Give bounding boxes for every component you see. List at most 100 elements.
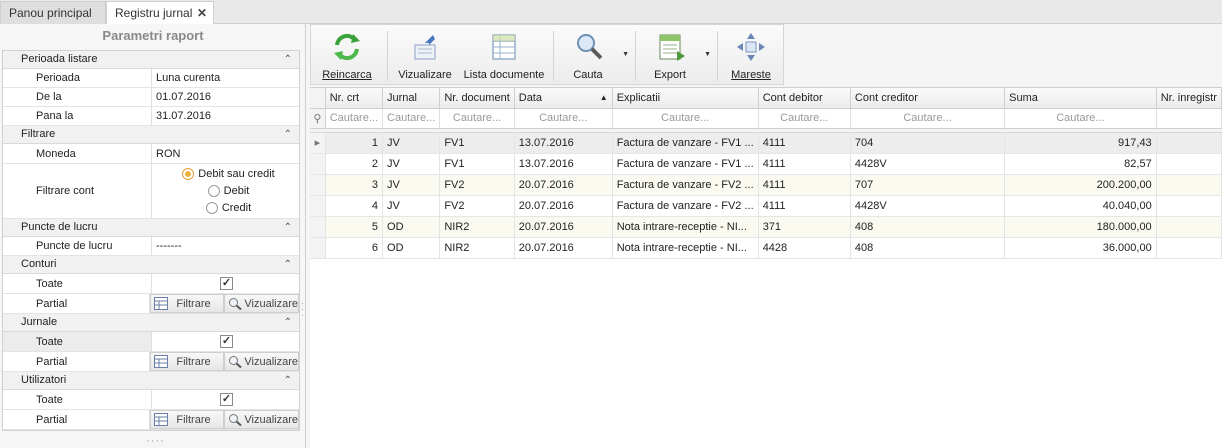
cell-credit[interactable]: 707 (850, 174, 1006, 196)
cell-expl[interactable]: Factura de vanzare - FV2 ... (612, 195, 759, 217)
row-pointer-icon[interactable]: ▸ (310, 132, 326, 154)
cell-nr[interactable]: 2 (325, 153, 384, 175)
close-icon[interactable]: ✕ (197, 2, 207, 24)
filter-jurnal[interactable]: Cautare... (382, 108, 441, 129)
puncte-de-lucru-field[interactable]: ------- (152, 237, 299, 255)
cell-debit[interactable]: 4111 (758, 153, 851, 175)
table-row[interactable]: 6 OD NIR2 20.07.2016 Nota intrare-receptie -… (310, 237, 1222, 259)
cauta-button[interactable]: ▼ Cauta (563, 29, 629, 83)
table-row[interactable]: 2 JV FV1 13.07.2016 Factura de vanzare - FV1… (310, 153, 1222, 175)
cell-credit[interactable]: 408 (850, 216, 1006, 238)
chevron-down-icon[interactable]: ▼ (622, 51, 629, 58)
row-utilizatori-toate[interactable]: Toate ✓ (3, 390, 299, 410)
cell-credit[interactable]: 408 (850, 237, 1006, 259)
cell-nr-inregistrare[interactable] (1156, 153, 1222, 175)
conturi-toate-checkbox[interactable]: ✓ (220, 277, 233, 290)
cell-data[interactable]: 13.07.2016 (514, 153, 613, 175)
row-indicator[interactable] (310, 216, 326, 238)
cell-jurnal[interactable]: JV (382, 174, 441, 196)
table-row[interactable]: 4 JV FV2 20.07.2016 Factura de vanzare - FV2… (310, 195, 1222, 217)
cell-suma[interactable]: 36.000,00 (1004, 237, 1157, 259)
row-puncte-de-lucru[interactable]: Puncte de lucru ------- (3, 237, 299, 256)
category-filtrare[interactable]: Filtrare ⌃ (3, 126, 299, 144)
cell-debit[interactable]: 4111 (758, 195, 851, 217)
conturi-vizualizare-button[interactable]: Vizualizare (224, 294, 299, 313)
category-conturi[interactable]: Conturi ⌃ (3, 256, 299, 274)
cell-nr[interactable]: 6 (325, 237, 384, 259)
cell-suma[interactable]: 200.200,00 (1004, 174, 1157, 196)
row-jurnale-toate[interactable]: Toate ✓ (3, 332, 299, 352)
cell-jurnal[interactable]: OD (382, 216, 441, 238)
cell-nr-inregistrare[interactable] (1156, 132, 1222, 154)
pana-la-field[interactable]: 31.07.2016 (152, 107, 299, 125)
conturi-filtrare-button[interactable]: Filtrare (150, 294, 225, 313)
cell-data[interactable]: 20.07.2016 (514, 237, 613, 259)
column-header-cont-debitor[interactable]: Cont debitor (758, 88, 851, 109)
cell-expl[interactable]: Factura de vanzare - FV1 ... (612, 132, 759, 154)
cell-jurnal[interactable]: JV (382, 153, 441, 175)
tab-registru-jurnal[interactable]: Registru jurnal ✕ (106, 1, 214, 25)
mareste-button[interactable]: Mareste (723, 29, 779, 83)
column-header-cont-creditor[interactable]: Cont creditor (850, 88, 1006, 109)
cell-nr[interactable]: 3 (325, 174, 384, 196)
chevron-up-icon[interactable]: ⌃ (284, 314, 292, 331)
cell-data[interactable]: 20.07.2016 (514, 174, 613, 196)
cell-doc[interactable]: FV1 (439, 132, 515, 154)
column-header-suma[interactable]: Suma (1004, 88, 1157, 109)
column-header-nr-inregistrare[interactable]: Nr. inregistr (1156, 88, 1222, 109)
splitter-grip[interactable]: · · · (301, 299, 304, 320)
table-row[interactable]: ▸ 1 JV FV1 13.07.2016 Factura de vanzare - FV… (310, 132, 1222, 154)
jurnale-vizualizare-button[interactable]: Vizualizare (224, 352, 299, 371)
cell-suma[interactable]: 917,43 (1004, 132, 1157, 154)
row-pana-la[interactable]: Pana la 31.07.2016 (3, 107, 299, 126)
cell-jurnal[interactable]: JV (382, 132, 441, 154)
row-indicator[interactable] (310, 237, 326, 259)
jurnale-filtrare-button[interactable]: Filtrare (150, 352, 225, 371)
jurnale-toate-checkbox[interactable]: ✓ (220, 335, 233, 348)
radio-icon[interactable] (207, 185, 220, 197)
resize-grip[interactable]: ···· (146, 435, 165, 447)
cell-nr-inregistrare[interactable] (1156, 237, 1222, 259)
lista-documente-button[interactable]: Lista documente (463, 29, 545, 83)
cell-debit[interactable]: 4111 (758, 132, 851, 154)
filter-suma[interactable]: Cautare... (1004, 108, 1157, 129)
radio-debit-sau-credit[interactable]: Debit sau credit (182, 166, 275, 183)
row-indicator[interactable] (310, 195, 326, 217)
cell-nr-inregistrare[interactable] (1156, 195, 1222, 217)
utilizatori-vizualizare-button[interactable]: Vizualizare (224, 410, 299, 429)
column-header-explicatii[interactable]: Explicatii (612, 88, 759, 109)
row-perioada[interactable]: Perioada Luna curenta (3, 69, 299, 88)
filter-explicatii[interactable]: Cautare... (612, 108, 759, 129)
radio-debit[interactable]: Debit (207, 183, 249, 200)
utilizatori-toate-checkbox[interactable]: ✓ (220, 393, 233, 406)
cell-doc[interactable]: FV2 (439, 195, 515, 217)
chevron-down-icon[interactable]: ▼ (704, 51, 711, 58)
radio-selected-icon[interactable] (182, 168, 195, 180)
cell-expl[interactable]: Factura de vanzare - FV2 ... (612, 174, 759, 196)
cell-data[interactable]: 13.07.2016 (514, 132, 613, 154)
cell-doc[interactable]: NIR2 (439, 216, 515, 238)
filter-nr-inregistrare[interactable] (1156, 108, 1222, 129)
cell-expl[interactable]: Nota intrare-receptie - NI... (612, 237, 759, 259)
cell-debit[interactable]: 4428 (758, 237, 851, 259)
row-indicator[interactable] (310, 174, 326, 196)
filter-cont-debitor[interactable]: Cautare... (758, 108, 851, 129)
cell-nr[interactable]: 1 (325, 132, 384, 154)
reincarca-button[interactable]: Reincarca (317, 29, 377, 83)
utilizatori-filtrare-button[interactable]: Filtrare (150, 410, 225, 429)
column-header-nr-crt[interactable]: Nr. crt (325, 88, 384, 109)
radio-credit[interactable]: Credit (205, 200, 251, 217)
cell-suma[interactable]: 180.000,00 (1004, 216, 1157, 238)
table-row[interactable]: 3 JV FV2 20.07.2016 Factura de vanzare - FV2… (310, 174, 1222, 196)
column-header-nr-document[interactable]: Nr. document (439, 88, 515, 109)
perioada-field[interactable]: Luna curenta (152, 69, 299, 87)
row-de-la[interactable]: De la 01.07.2016 (3, 88, 299, 107)
row-indicator[interactable] (310, 153, 326, 175)
cell-debit[interactable]: 4111 (758, 174, 851, 196)
cell-doc[interactable]: FV2 (439, 174, 515, 196)
filter-data[interactable]: Cautare... (514, 108, 613, 129)
chevron-up-icon[interactable]: ⌃ (284, 126, 292, 143)
row-moneda[interactable]: Moneda RON (3, 144, 299, 164)
moneda-field[interactable]: RON (152, 144, 299, 163)
category-jurnale[interactable]: Jurnale ⌃ (3, 314, 299, 332)
